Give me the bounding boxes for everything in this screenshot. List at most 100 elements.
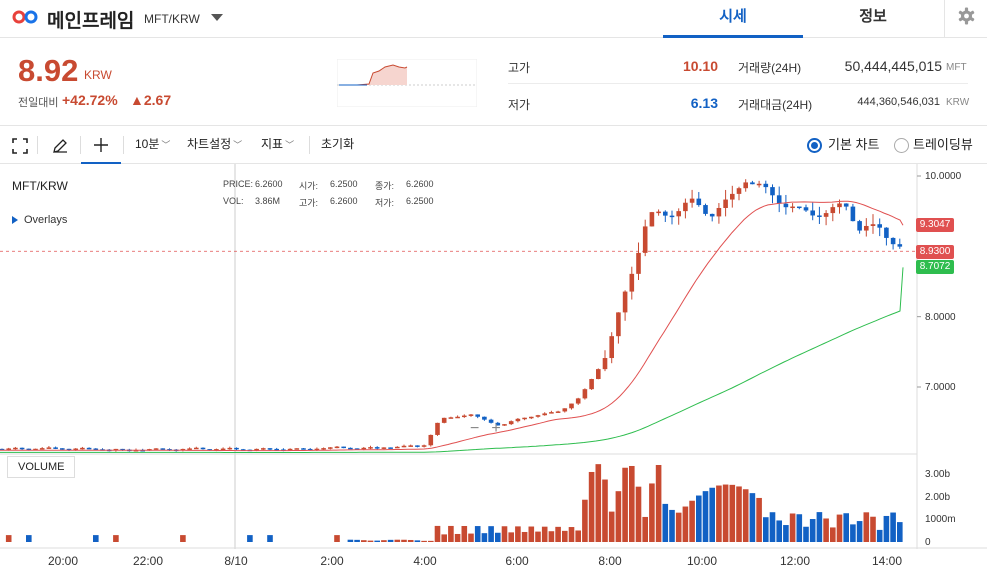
zoom-out-icon[interactable]: −	[470, 420, 491, 437]
reset-button[interactable]: 초기화	[321, 127, 354, 164]
price-chart[interactable]: MFT/KRW Overlays PRICE: 6.2600 시가: 6.250…	[0, 164, 987, 579]
price-summary: 8.92 KRW 전일대비 +42.72% ▲2.67 고가 10.10 저가 …	[0, 39, 987, 126]
indicators-label: 지표	[261, 137, 284, 151]
settings-button[interactable]	[944, 0, 987, 38]
ohlc-vol-label: VOL:	[223, 196, 244, 206]
x-tick-label: 6:00	[505, 554, 529, 568]
overlays-toggle[interactable]: Overlays	[12, 214, 67, 226]
candle-body	[877, 224, 882, 228]
toolbar-divider	[123, 136, 124, 154]
volume-bar	[515, 526, 521, 542]
candle-body	[562, 408, 568, 412]
candle-body	[261, 448, 266, 450]
basic-chart-label[interactable]: 기본 차트	[828, 127, 879, 164]
x-tick-label: 12:00	[779, 554, 811, 568]
high-label: 고가	[508, 61, 531, 75]
volume-bar	[588, 471, 595, 542]
chart-settings-button[interactable]: 차트설정 ﹀	[187, 127, 242, 164]
pencil-icon[interactable]	[51, 137, 69, 155]
chart-canvas[interactable]	[0, 164, 987, 579]
tab-price[interactable]: 시세	[663, 0, 803, 38]
volume-bar	[474, 526, 481, 542]
candle-body	[837, 203, 842, 208]
candle-body	[750, 182, 755, 185]
volume-bar	[823, 518, 829, 542]
candle-body	[663, 211, 668, 216]
volume-bar	[696, 495, 702, 542]
volume-bar	[495, 532, 501, 542]
candle-body	[609, 336, 614, 359]
tradingview-label[interactable]: 트레이딩뷰	[913, 127, 973, 164]
tradingview-radio[interactable]	[894, 138, 909, 153]
candle-body	[294, 448, 300, 450]
volume-bar	[615, 491, 622, 542]
candle-body	[589, 379, 594, 390]
volume-bar	[722, 484, 729, 542]
candle-body	[522, 417, 527, 420]
candle-body	[455, 416, 460, 419]
candle-body	[435, 422, 440, 435]
candle-body	[582, 389, 588, 399]
volume-bar	[361, 540, 367, 542]
volume-bar	[595, 464, 602, 542]
toolbar-divider	[37, 136, 38, 154]
volume-bar	[374, 540, 380, 542]
volume-bar	[501, 526, 508, 542]
fullscreen-icon[interactable]	[12, 138, 28, 154]
volume-panel-label[interactable]: VOLUME	[7, 456, 76, 478]
candle-body	[723, 199, 728, 208]
x-tick-label: 14:00	[871, 554, 903, 568]
indicators-button[interactable]: 지표 ﹀	[261, 127, 294, 164]
candle-body	[569, 403, 574, 409]
volume-bar	[655, 464, 662, 542]
low-label: 저가	[508, 98, 531, 112]
volume-bar	[468, 533, 474, 542]
volume-bar	[414, 540, 421, 542]
volume-label: 거래량(24H)	[738, 61, 802, 75]
volume-bar	[521, 531, 528, 542]
volume-bar	[763, 517, 769, 542]
zoom-in-icon[interactable]: +	[491, 420, 512, 437]
volume-bar	[816, 512, 823, 542]
volume-bar	[548, 531, 555, 542]
x-tick-label: 4:00	[413, 554, 437, 568]
candle-body	[421, 445, 427, 447]
tab-info[interactable]: 정보	[803, 0, 943, 38]
crosshair-button[interactable]	[81, 127, 121, 164]
volume-bar	[5, 535, 12, 542]
candle-body	[428, 434, 434, 446]
ma-long-tag: 8.7072	[916, 260, 954, 274]
volume-bar	[528, 526, 535, 542]
candle-body	[776, 195, 782, 204]
volume-bar	[568, 527, 575, 542]
candle-body	[636, 252, 641, 274]
y-tick-label: 7.0000	[925, 382, 956, 393]
volume-bar	[555, 526, 561, 542]
ma-short-line	[0, 200, 904, 452]
candle-body	[348, 447, 353, 450]
volume-bar	[535, 531, 541, 542]
volume-bar	[93, 535, 99, 542]
zoom-controls[interactable]: −+	[470, 420, 513, 438]
chart-symbol: MFT/KRW	[12, 179, 68, 193]
triangle-right-icon	[12, 216, 18, 225]
candle-body	[756, 183, 762, 186]
volume-bar	[789, 513, 796, 542]
candle-body	[93, 448, 99, 451]
candle-body	[736, 188, 742, 194]
candle-body	[642, 226, 648, 253]
ohlc-high-label: 고가:	[299, 198, 319, 208]
interval-select[interactable]: 10분 ﹀	[135, 127, 170, 164]
volume-bar	[488, 526, 494, 542]
x-tick-label: 10:00	[686, 554, 718, 568]
basic-chart-radio[interactable]	[807, 138, 822, 153]
stat-divider	[508, 83, 968, 84]
volume-bar	[407, 539, 414, 542]
x-tick-label: 22:00	[132, 554, 164, 568]
chevron-down-icon: ﹀	[285, 140, 295, 150]
candle-body	[6, 448, 11, 450]
candle-body	[790, 206, 795, 209]
chart-toolbar: 10분 ﹀ 차트설정 ﹀ 지표 ﹀ 초기화 기본 차트 트레이딩뷰	[0, 127, 987, 164]
market-select-caret-icon[interactable]	[211, 14, 223, 21]
volume-bar	[729, 484, 736, 542]
